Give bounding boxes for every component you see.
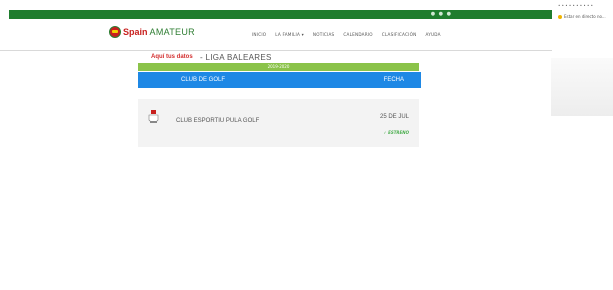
top-bar: ● ● ● — [9, 10, 552, 19]
season-bar: 2019-2020 — [138, 63, 419, 71]
site-logo[interactable]: Spain AMATEUR — [109, 26, 195, 38]
side-panel-line1: • • • • • • • • • • — [558, 3, 594, 8]
nav-item-clasificacion[interactable]: CLASIFICACIÓN — [382, 32, 417, 37]
nav-item-inicio[interactable]: INICIO — [252, 32, 266, 37]
side-panel-text: Estar en directo no... — [564, 14, 606, 19]
social-icons[interactable]: ● ● ● — [431, 11, 452, 17]
side-panel-block — [551, 58, 613, 116]
status-badge: ✓ ESTRENO — [383, 130, 409, 135]
notification-dot-icon — [558, 15, 562, 19]
nav-item-ayuda[interactable]: AYUDA — [425, 32, 440, 37]
my-data-link[interactable]: Aquí tus datos — [151, 54, 193, 60]
club-crest-icon — [148, 110, 159, 123]
nav-item-calendario[interactable]: CALENDARIO — [343, 32, 372, 37]
site-header: Spain AMATEUR INICIO LA FAMILIA ▾ NOTICI… — [0, 20, 552, 51]
calendar-table-header: CLUB DE GOLF FECHA — [138, 72, 421, 88]
logo-ball-icon — [109, 26, 121, 38]
logo-word-spain: Spain — [123, 27, 148, 37]
logo-word-amateur: AMATEUR — [149, 27, 195, 37]
nav-item-la-familia[interactable]: LA FAMILIA ▾ — [275, 32, 304, 37]
side-panel-line2[interactable]: Estar en directo no... — [558, 14, 606, 19]
column-header-club: CLUB DE GOLF — [181, 77, 226, 83]
table-row[interactable]: CLUB ESPORTIU PULA GOLF 25 DE JUL ✓ ESTR… — [138, 99, 419, 147]
column-header-date: FECHA — [383, 77, 404, 83]
nav-item-noticias[interactable]: NOTICIAS — [313, 32, 335, 37]
club-name[interactable]: CLUB ESPORTIU PULA GOLF — [176, 118, 259, 124]
main-nav: INICIO LA FAMILIA ▾ NOTICIAS CALENDARIO … — [252, 32, 441, 37]
event-date: 25 DE JUL — [379, 114, 409, 120]
league-title: - LIGA BALEARES — [200, 53, 272, 62]
side-notification-panel: • • • • • • • • • • Estar en directo no.… — [555, 0, 613, 30]
